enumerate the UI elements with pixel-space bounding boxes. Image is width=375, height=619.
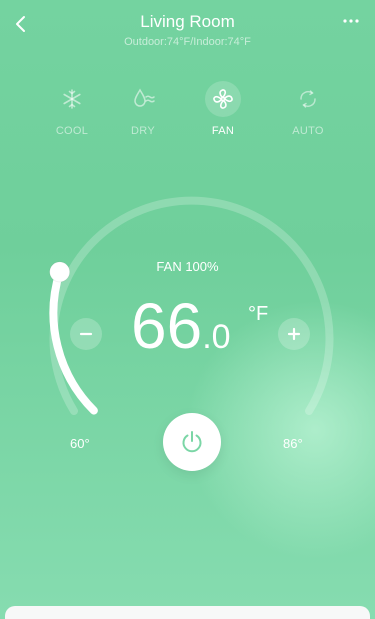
mode-cool[interactable]: COOL — [42, 81, 102, 137]
bottom-sheet[interactable] — [5, 606, 370, 619]
increase-temp-button[interactable] — [278, 318, 310, 350]
snowflake-icon — [63, 89, 81, 109]
mode-dry-label: DRY — [131, 125, 155, 137]
power-button[interactable] — [163, 413, 221, 471]
page-title: Living Room — [140, 12, 235, 31]
more-dots-icon — [343, 19, 359, 23]
mode-cool-label: COOL — [55, 125, 89, 137]
mode-auto-label: AUTO — [292, 125, 324, 137]
temperature-summary: Outdoor:74°F/Indoor:74°F — [124, 36, 251, 48]
temperature-readout: 66.0 — [131, 294, 231, 358]
fan-speed-label: FAN 100% — [156, 259, 219, 274]
minus-icon — [79, 332, 93, 336]
thermostat-screen: Living Room Outdoor:74°F/Indoor:74°F COO… — [0, 0, 375, 619]
range-max-label: 86° — [283, 436, 303, 451]
mode-fan-label: FAN — [211, 125, 235, 137]
range-min-label: 60° — [70, 436, 90, 451]
mode-fan[interactable]: FAN — [193, 81, 253, 137]
temperature-unit: °F — [248, 303, 269, 325]
mode-selector: COOL DRY FAN AUTO — [0, 81, 375, 141]
mode-dry[interactable]: DRY — [113, 81, 173, 137]
fan-icon — [213, 89, 233, 109]
power-icon — [182, 431, 202, 453]
mode-auto[interactable]: AUTO — [278, 81, 338, 137]
temperature-decimal: .0 — [202, 318, 231, 356]
temperature-whole: 66 — [131, 290, 203, 362]
water-drop-icon — [134, 88, 155, 107]
decrease-temp-button[interactable] — [70, 318, 102, 350]
plus-icon — [287, 327, 301, 341]
more-button[interactable] — [341, 14, 361, 26]
auto-cycle-icon — [300, 90, 316, 108]
